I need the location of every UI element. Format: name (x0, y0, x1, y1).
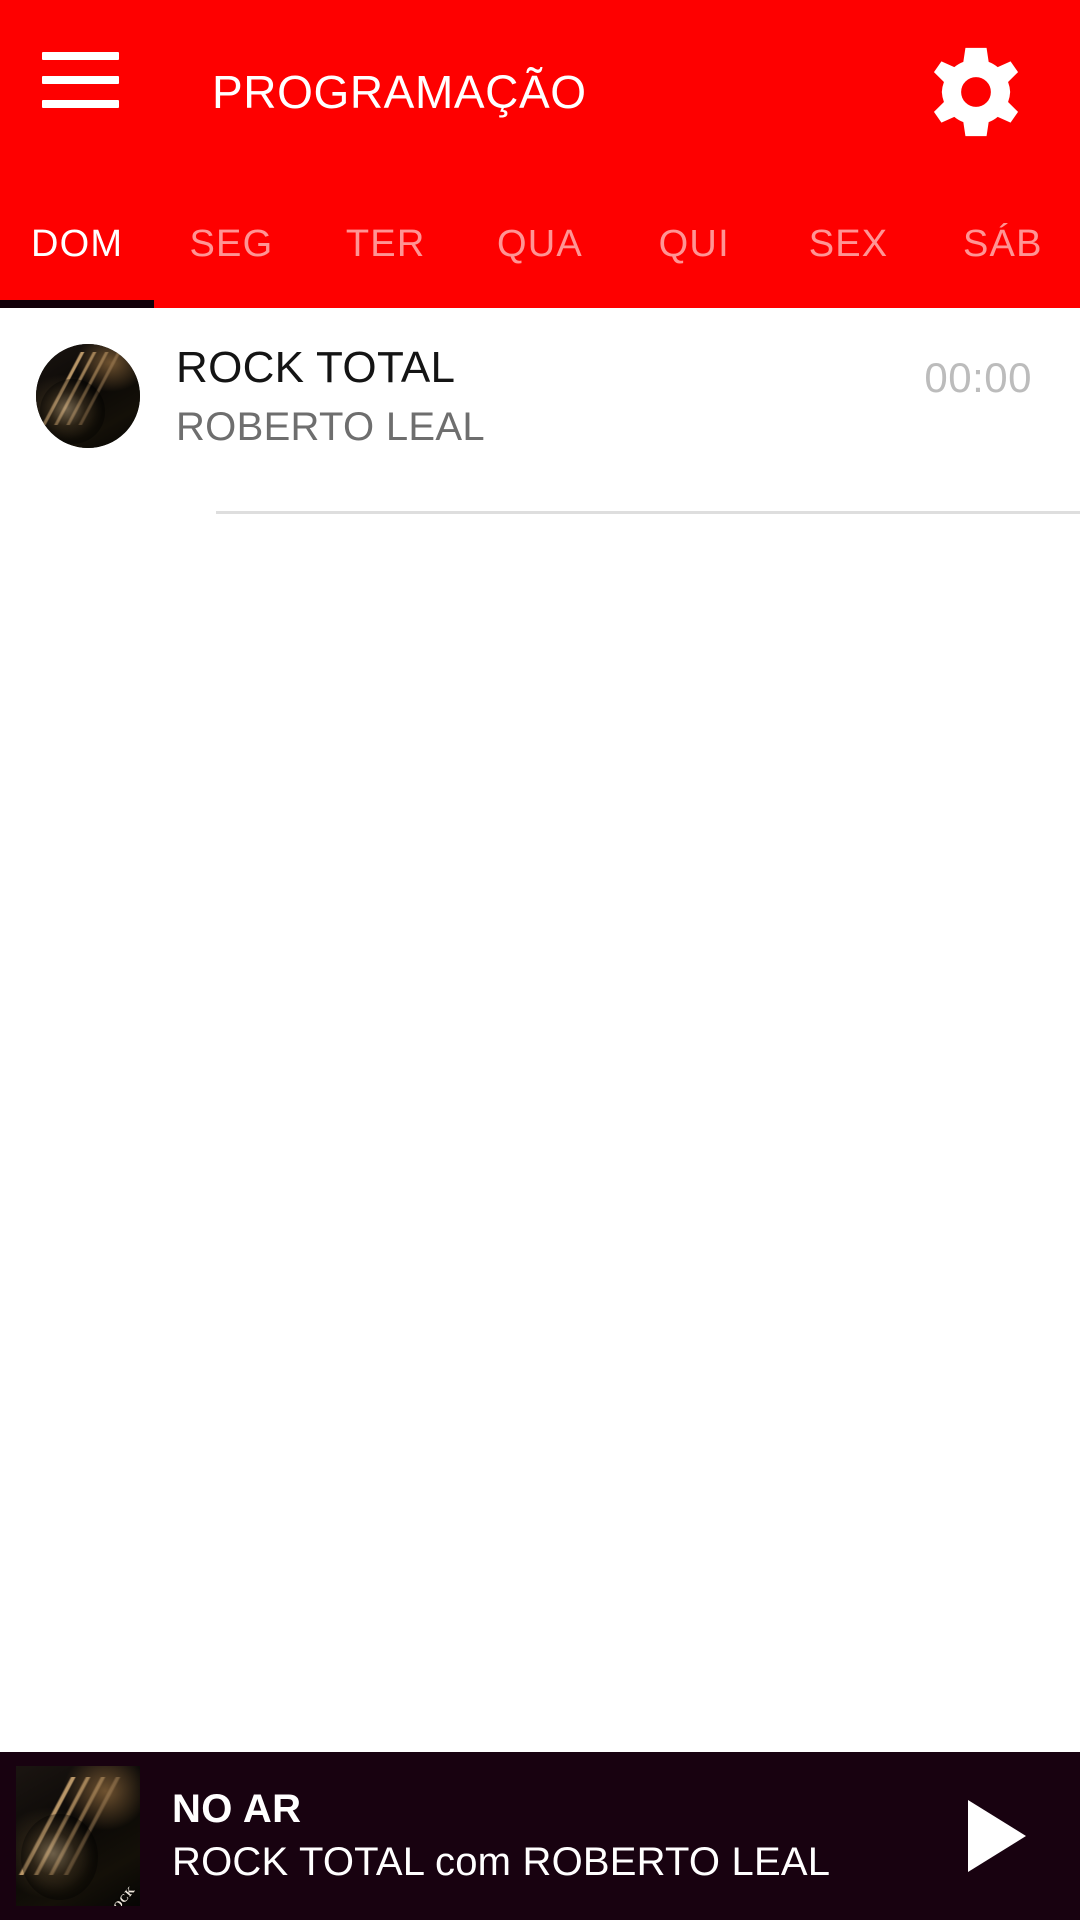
tab-dom[interactable]: DOM (0, 186, 154, 302)
tab-sab[interactable]: SÁB (926, 186, 1080, 302)
schedule-row[interactable]: VIAGEM DO ROCK ROCK TOTAL ROBERTO LEAL 0… (0, 308, 1080, 449)
schedule-list: VIAGEM DO ROCK ROCK TOTAL ROBERTO LEAL 0… (0, 308, 1080, 1752)
play-button[interactable] (936, 1776, 1056, 1896)
program-title: ROCK TOTAL (176, 344, 456, 392)
program-time: 00:00 (924, 354, 1032, 401)
on-air-status: NO AR (172, 1787, 302, 1832)
tab-label: DOM (31, 222, 124, 265)
app-bar: PROGRAMAÇÃO (0, 0, 1080, 184)
hamburger-bar-1 (42, 52, 119, 60)
player-text: NO AR ROCK TOTAL com ROBERTO LEAL (172, 1787, 936, 1885)
tab-label: SEX (808, 222, 889, 265)
play-icon (968, 1800, 1026, 1872)
hamburger-menu-icon[interactable] (42, 52, 119, 108)
player-artwork: VIAGEM DO ROCK (16, 1766, 140, 1906)
app-root: PROGRAMAÇÃO DOM SEG TER QUA QUI SEX SÁB … (0, 0, 1080, 1920)
gear-icon (933, 47, 1019, 137)
hamburger-bar-2 (42, 76, 119, 84)
tab-sex[interactable]: SEX (771, 186, 925, 302)
settings-button[interactable] (920, 36, 1032, 148)
mini-player-bar[interactable]: VIAGEM DO ROCK NO AR ROCK TOTAL com ROBE… (0, 1752, 1080, 1920)
tab-label: TER (345, 222, 426, 265)
program-artwork: VIAGEM DO ROCK (36, 344, 140, 448)
tab-label: QUI (658, 222, 730, 265)
tab-label: QUA (497, 222, 583, 265)
day-tab-bar: DOM SEG TER QUA QUI SEX SÁB (0, 184, 1080, 308)
page-title: PROGRAMAÇÃO (212, 66, 587, 118)
program-host: ROBERTO LEAL (176, 405, 485, 449)
tab-label: SÁB (963, 222, 1043, 265)
tab-label: SEG (189, 222, 274, 265)
now-playing-label: ROCK TOTAL com ROBERTO LEAL (172, 1840, 831, 1884)
tab-ter[interactable]: TER (309, 186, 463, 302)
tab-seg[interactable]: SEG (154, 186, 308, 302)
list-divider (216, 510, 1080, 514)
hamburger-bar-3 (42, 100, 119, 108)
active-tab-indicator (0, 300, 154, 308)
artwork-image (16, 1766, 140, 1906)
tab-qua[interactable]: QUA (463, 186, 617, 302)
artwork-image (36, 344, 140, 448)
tab-qui[interactable]: QUI (617, 186, 771, 302)
schedule-row-text: ROCK TOTAL ROBERTO LEAL (176, 344, 924, 449)
